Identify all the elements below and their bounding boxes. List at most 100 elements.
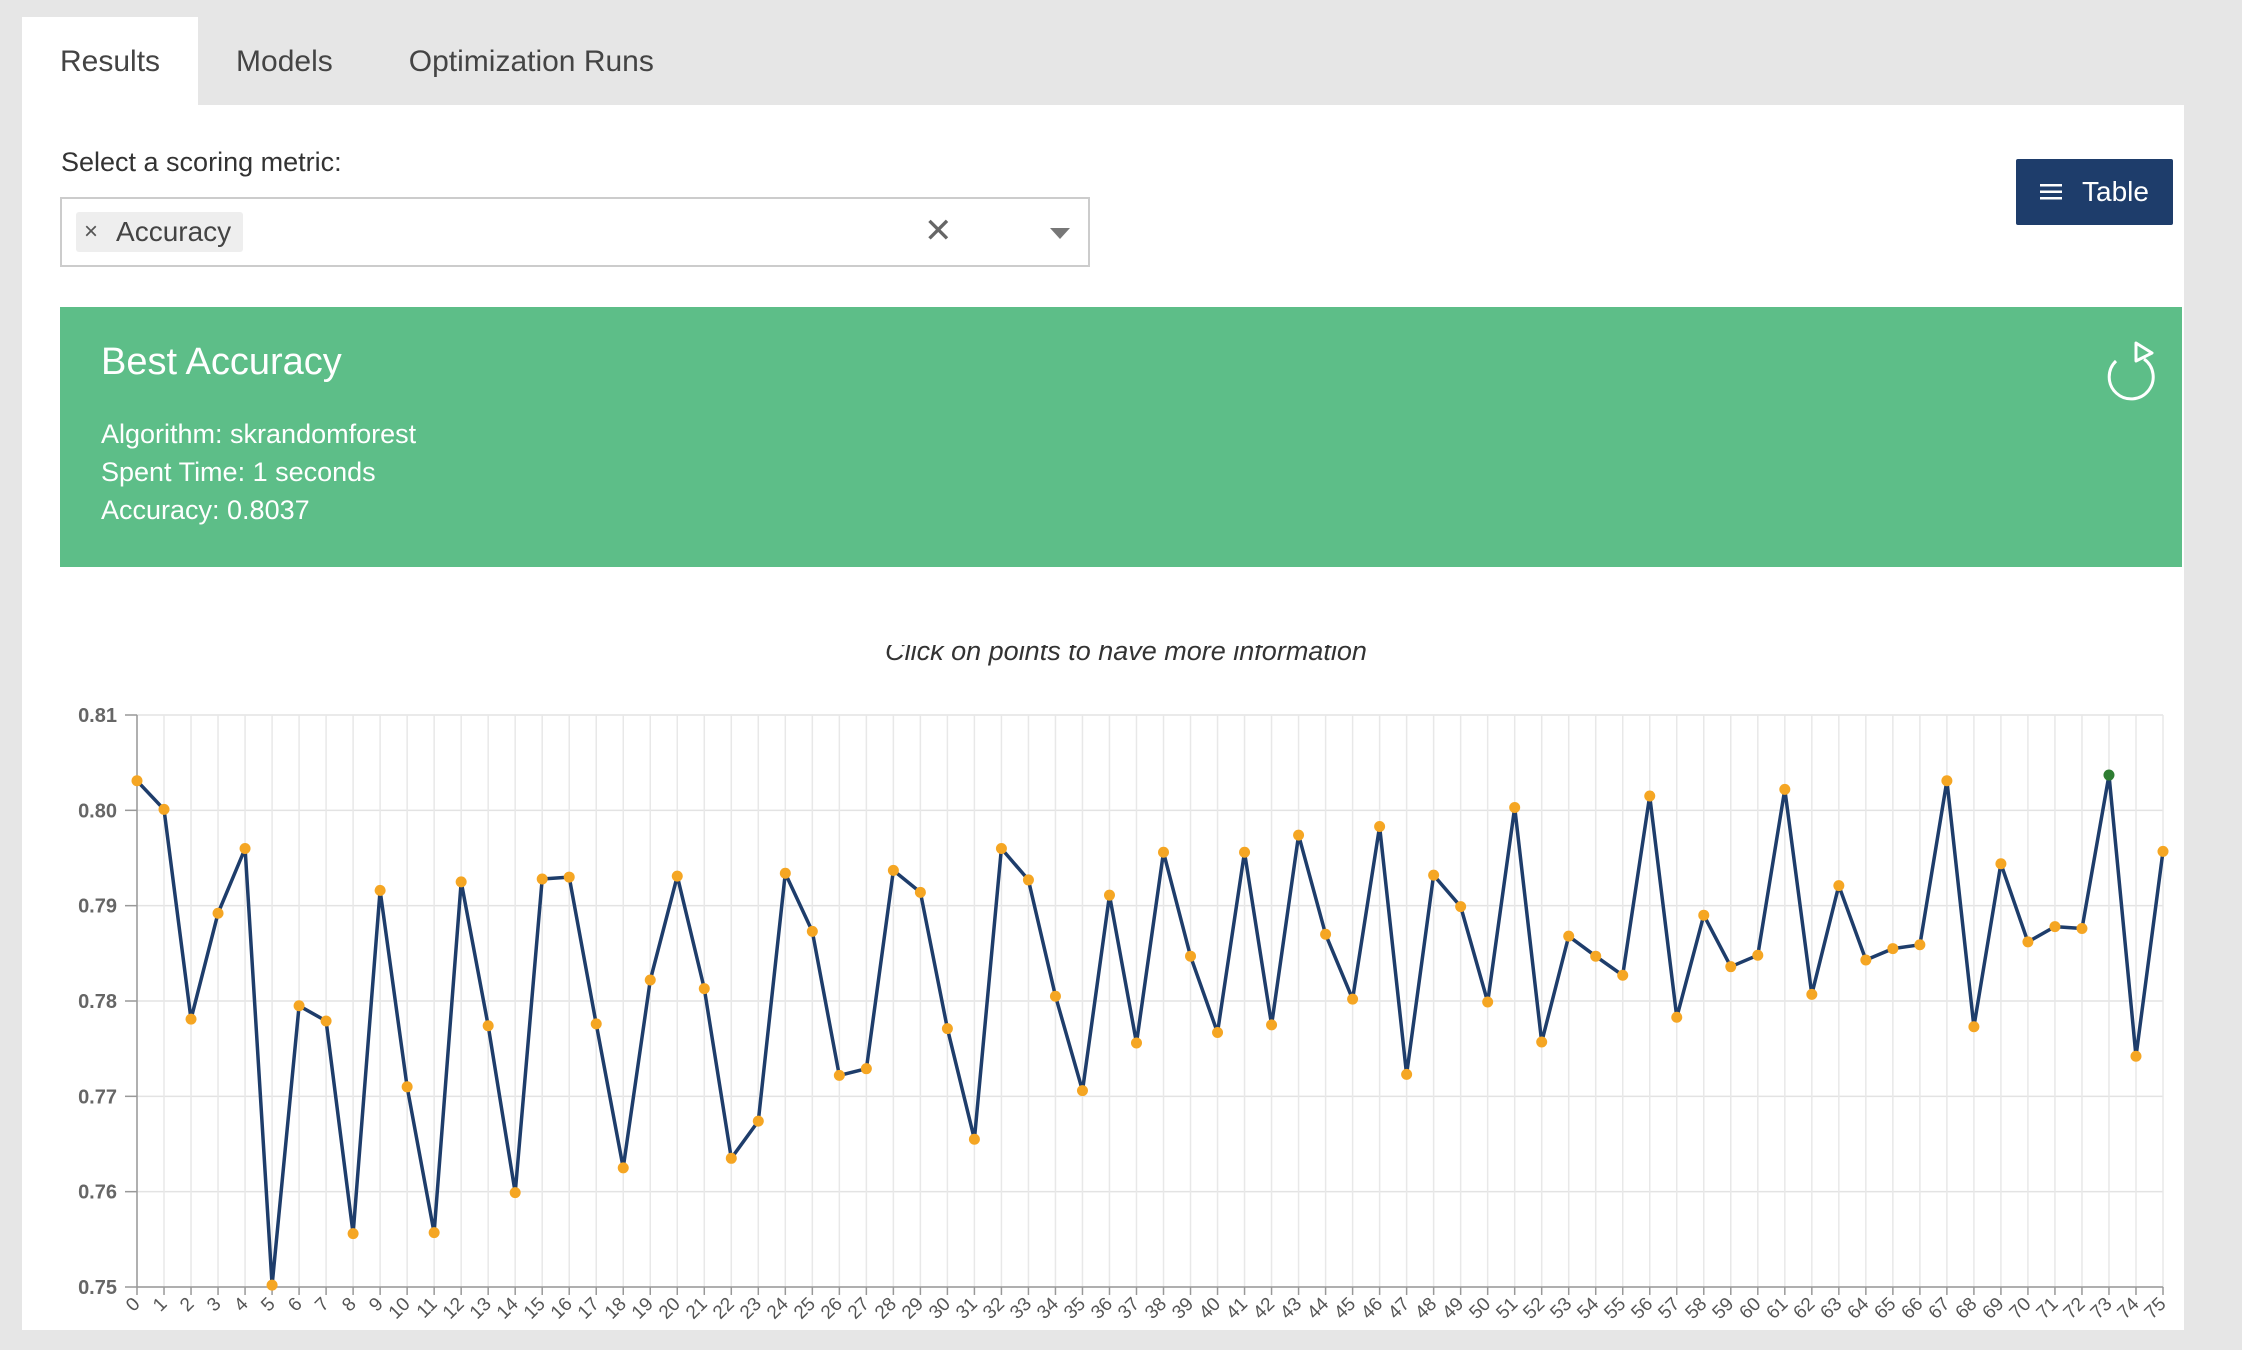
y-tick-label: 0.80 [78, 800, 117, 822]
x-tick-label: 68 [1952, 1294, 1982, 1324]
data-point[interactable] [1806, 988, 1818, 1000]
data-point[interactable] [806, 925, 818, 937]
data-point[interactable] [1509, 801, 1521, 813]
data-point[interactable] [1752, 949, 1764, 961]
data-point[interactable] [1293, 829, 1305, 841]
refresh-icon[interactable] [2100, 339, 2160, 405]
data-point[interactable] [1833, 880, 1845, 892]
data-point[interactable] [1482, 996, 1494, 1008]
accuracy-chart: Click on points to have more information… [22, 636, 2184, 1325]
data-point[interactable] [1914, 939, 1926, 951]
data-point[interactable] [2022, 936, 2034, 948]
data-point[interactable] [968, 1133, 980, 1145]
data-point[interactable] [482, 1020, 494, 1032]
data-point[interactable] [1698, 909, 1710, 921]
data-point[interactable] [1563, 930, 1575, 942]
data-point[interactable] [1212, 1026, 1224, 1038]
tab-models[interactable]: Models [198, 17, 371, 105]
metric-select[interactable]: × Accuracy ✕ [60, 197, 1090, 267]
data-point[interactable] [995, 842, 1007, 854]
data-point[interactable] [1022, 874, 1034, 886]
data-point[interactable] [1617, 969, 1629, 981]
data-point[interactable] [1158, 846, 1170, 858]
x-axis: 0 1 2 3 4 5 6 7 8 9101112131415161718192021222324… [122, 1286, 2171, 1324]
data-point[interactable] [158, 803, 170, 815]
data-point[interactable] [590, 1018, 602, 1030]
data-point[interactable] [1590, 950, 1602, 962]
data-point[interactable] [617, 1162, 629, 1174]
best-data-point[interactable] [2103, 769, 2115, 781]
x-tick-label: 5 [257, 1294, 279, 1316]
data-point[interactable] [752, 1115, 764, 1127]
data-point[interactable] [1455, 901, 1467, 913]
x-tick-label: 30 [925, 1294, 955, 1324]
data-point[interactable] [1644, 790, 1656, 802]
data-point[interactable] [1103, 889, 1115, 901]
data-point[interactable] [563, 871, 575, 883]
data-point[interactable] [1130, 1037, 1142, 1049]
data-point[interactable] [671, 870, 683, 882]
x-tick-label: 66 [1898, 1294, 1928, 1324]
data-point[interactable] [1968, 1021, 1980, 1033]
data-point[interactable] [455, 876, 467, 888]
x-tick-label: 8 [338, 1294, 360, 1316]
data-point[interactable] [887, 864, 899, 876]
table-button[interactable]: Table [2016, 159, 2173, 225]
tab-results[interactable]: Results [22, 17, 199, 105]
data-point[interactable] [644, 974, 656, 986]
data-point[interactable] [914, 886, 926, 898]
x-tick-label: 7 [311, 1294, 333, 1316]
data-point[interactable] [2157, 845, 2169, 857]
data-point[interactable] [347, 1228, 359, 1240]
chevron-down-icon[interactable] [1050, 228, 1070, 239]
data-point[interactable] [536, 873, 548, 885]
selected-metric-chip: × Accuracy [76, 212, 244, 252]
data-point[interactable] [1671, 1011, 1683, 1023]
data-point[interactable] [1779, 783, 1791, 795]
data-point[interactable] [1995, 858, 2007, 870]
data-point[interactable] [1887, 943, 1899, 955]
x-tick-label: 14 [493, 1293, 523, 1323]
x-tick-label: 40 [1195, 1294, 1225, 1324]
data-point[interactable] [401, 1081, 413, 1093]
data-point[interactable] [2049, 921, 2061, 933]
data-point[interactable] [860, 1063, 872, 1075]
data-point[interactable] [1239, 846, 1251, 858]
x-tick-label: 61 [1763, 1294, 1793, 1324]
data-point[interactable] [779, 867, 791, 879]
y-tick-label: 0.78 [78, 991, 117, 1013]
data-point[interactable] [1428, 869, 1440, 881]
data-point[interactable] [1076, 1085, 1088, 1097]
data-point[interactable] [2076, 923, 2088, 935]
data-point[interactable] [266, 1279, 278, 1291]
data-point[interactable] [1725, 961, 1737, 973]
data-point[interactable] [1320, 928, 1332, 940]
data-point[interactable] [428, 1227, 440, 1239]
data-point[interactable] [941, 1023, 953, 1035]
data-point[interactable] [1941, 775, 1953, 787]
data-point[interactable] [833, 1069, 845, 1081]
data-point[interactable] [1536, 1036, 1548, 1048]
data-point[interactable] [1266, 1019, 1278, 1031]
data-point[interactable] [2130, 1050, 2142, 1062]
data-point[interactable] [131, 775, 143, 787]
clear-selection-icon[interactable]: ✕ [924, 211, 953, 251]
data-point[interactable] [185, 1013, 197, 1025]
tab-optimization-runs[interactable]: Optimization Runs [371, 17, 692, 105]
data-point[interactable] [320, 1015, 332, 1027]
data-point[interactable] [1374, 821, 1386, 833]
data-point[interactable] [1049, 990, 1061, 1002]
data-point[interactable] [1401, 1068, 1413, 1080]
data-point[interactable] [239, 842, 251, 854]
data-point[interactable] [1860, 954, 1872, 966]
data-point[interactable] [509, 1187, 521, 1199]
x-tick-label: 56 [1627, 1294, 1657, 1324]
remove-chip-icon[interactable]: × [84, 218, 98, 246]
data-point[interactable] [374, 884, 386, 896]
data-point[interactable] [698, 983, 710, 995]
data-point[interactable] [293, 1000, 305, 1012]
data-point[interactable] [725, 1152, 737, 1164]
data-point[interactable] [1185, 950, 1197, 962]
data-point[interactable] [1347, 993, 1359, 1005]
data-point[interactable] [212, 907, 224, 919]
